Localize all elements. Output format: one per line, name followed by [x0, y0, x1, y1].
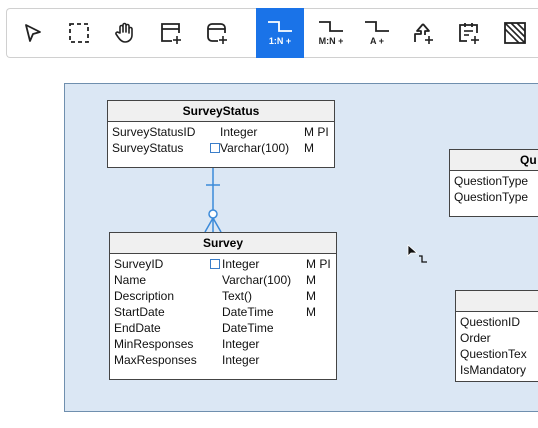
pointer-icon	[25, 24, 41, 42]
add-note-button[interactable]	[447, 10, 491, 56]
attribute-row[interactable]: EndDate DateTime	[114, 320, 332, 336]
hand-icon	[115, 22, 133, 43]
attribute-row[interactable]: SurveyStatusID Integer M PI	[112, 124, 330, 140]
entity-title: Survey	[110, 233, 336, 254]
entity-survey[interactable]: Survey SurveyID Integer M PI Name Varcha…	[109, 232, 337, 380]
svg-text:A +: A +	[370, 36, 384, 46]
note-icon	[459, 23, 479, 44]
marquee-tool-button[interactable]	[57, 10, 101, 56]
attribute-row[interactable]: QuestionType	[454, 189, 538, 205]
one-to-many-relationship-button[interactable]: 1:N +	[256, 8, 304, 58]
entity-title: Qu	[450, 150, 538, 171]
select-tool-button[interactable]	[11, 10, 55, 56]
attribute-row[interactable]: Description Text() M	[114, 288, 332, 304]
svg-text:M:N +: M:N +	[319, 36, 344, 46]
relationship-cursor-icon	[407, 244, 427, 263]
relationship-anchor-icon[interactable]	[210, 143, 220, 153]
attribute-row[interactable]: QuestionTex	[460, 346, 538, 362]
entity-question-type[interactable]: Qu QuestionType QuestionType	[449, 149, 538, 217]
add-view-button[interactable]	[195, 10, 239, 56]
many-to-many-relationship-button[interactable]: M:N +	[309, 10, 353, 56]
pan-tool-button[interactable]	[103, 10, 147, 56]
entity-question[interactable]: QuestionID Order QuestionTex IsMandatory	[455, 290, 538, 382]
inheritance-icon	[414, 23, 433, 44]
svg-text:1:N +: 1:N +	[269, 36, 291, 46]
entity-survey-status[interactable]: SurveyStatus SurveyStatusID Integer M PI…	[107, 100, 335, 168]
attribute-row[interactable]: IsMandatory	[460, 362, 538, 378]
toolbar: 1:N + M:N + A +	[6, 8, 538, 58]
attribute-row[interactable]: StartDate DateTime M	[114, 304, 332, 320]
entity-title	[456, 291, 538, 312]
inheritance-button[interactable]	[401, 10, 445, 56]
relationship-anchor-icon[interactable]	[210, 259, 220, 269]
attribute-row[interactable]: QuestionType	[454, 173, 538, 189]
add-view-icon	[207, 23, 227, 44]
hatch-area-icon	[504, 22, 526, 44]
hatch-area-button[interactable]	[493, 10, 537, 56]
entity-title: SurveyStatus	[108, 101, 334, 122]
add-table-icon	[161, 23, 181, 44]
relationship-a-icon: A +	[365, 21, 389, 46]
add-entity-button[interactable]	[149, 10, 193, 56]
relationship-mn-icon: M:N +	[319, 21, 344, 46]
attribute-row[interactable]: Order	[460, 330, 538, 346]
attribute-row[interactable]: MinResponses Integer	[114, 336, 332, 352]
attribute-relationship-button[interactable]: A +	[355, 10, 399, 56]
marquee-select-icon	[69, 23, 89, 43]
attribute-row[interactable]: MaxResponses Integer	[114, 352, 332, 368]
attribute-row[interactable]: Name Varchar(100) M	[114, 272, 332, 288]
relationship-1n-icon: 1:N +	[268, 21, 292, 46]
attribute-row[interactable]: SurveyStatus Varchar(100) M	[112, 140, 330, 156]
attribute-row[interactable]: QuestionID	[460, 314, 538, 330]
attribute-row[interactable]: SurveyID Integer M PI	[114, 256, 332, 272]
